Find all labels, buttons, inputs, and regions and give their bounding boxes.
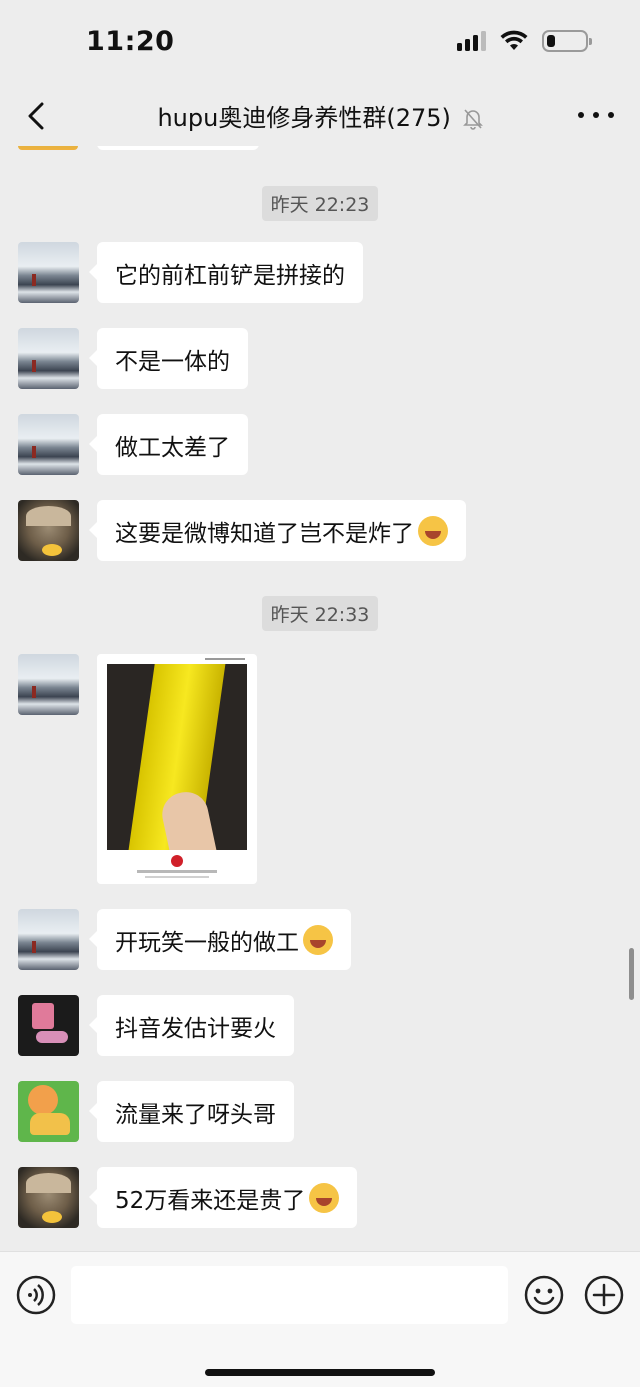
message-text: 开玩笑一般的做工 bbox=[115, 929, 299, 956]
chat-title: hupu奥迪修身养性群(275) bbox=[157, 104, 451, 132]
message-text: 流量来了呀头哥 bbox=[115, 1101, 276, 1128]
status-icons bbox=[457, 30, 592, 52]
timestamp-label: 昨天 22:23 bbox=[261, 186, 379, 221]
message-bubble[interactable]: 抖音发估计要火 bbox=[89, 995, 294, 1056]
message-bubble[interactable]: 不是一体的 bbox=[89, 328, 248, 389]
message-row: 不是一体的 bbox=[18, 328, 248, 389]
chat-title-wrap: hupu奥迪修身养性群(275) bbox=[100, 98, 540, 133]
message-row: 52万看来还是贵了 bbox=[18, 1167, 358, 1228]
chat-message-list[interactable]: 昨天 22:23 它的前杠前铲是拼接的 不是一体的 做工太差了 这要是微博知道了… bbox=[0, 146, 640, 1251]
mountain-avatar[interactable] bbox=[18, 654, 79, 715]
message-row: 流量来了呀头哥 bbox=[18, 1081, 294, 1142]
avatar[interactable] bbox=[18, 146, 78, 150]
home-indicator bbox=[205, 1369, 435, 1376]
battery-icon bbox=[542, 30, 592, 52]
message-text: 抖音发估计要火 bbox=[115, 1015, 276, 1042]
message-row: 它的前杠前铲是拼接的 bbox=[18, 242, 363, 303]
chat-header: hupu奥迪修身养性群(275) bbox=[0, 88, 640, 146]
green-avatar[interactable] bbox=[18, 1081, 79, 1142]
message-row: 这要是微博知道了岂不是炸了 bbox=[18, 500, 466, 561]
leica-logo-icon bbox=[171, 855, 183, 867]
sweat-emoji-icon bbox=[303, 924, 333, 955]
message-text: 这要是微博知道了岂不是炸了 bbox=[115, 520, 414, 547]
message-row: 做工太差了 bbox=[18, 414, 248, 475]
more-functions-plus-icon[interactable] bbox=[584, 1275, 624, 1315]
message-text: 52万看来还是贵了 bbox=[115, 1187, 306, 1214]
message-row: 开玩笑一般的做工 bbox=[18, 909, 351, 970]
input-bar bbox=[0, 1251, 640, 1387]
cellular-signal-icon bbox=[457, 31, 486, 51]
tears-of-joy-emoji-icon bbox=[309, 1182, 340, 1213]
scrollbar[interactable] bbox=[629, 948, 634, 1000]
wifi-icon bbox=[500, 30, 528, 50]
mountain-avatar[interactable] bbox=[18, 328, 79, 389]
message-bubble[interactable]: 52万看来还是贵了 bbox=[88, 1167, 358, 1228]
tears-of-joy-emoji-icon bbox=[418, 515, 448, 546]
mute-bell-icon bbox=[462, 109, 483, 130]
yellow-car-bumper-photo bbox=[107, 664, 247, 850]
mountain-avatar[interactable] bbox=[18, 909, 79, 970]
message-bubble[interactable]: 它的前杠前铲是拼接的 bbox=[89, 242, 363, 303]
message-text: 不是一体的 bbox=[115, 348, 230, 375]
message-text: 做工太差了 bbox=[115, 434, 230, 461]
emoji-picker-icon[interactable] bbox=[524, 1275, 564, 1315]
timestamp: 昨天 22:23 bbox=[0, 186, 640, 221]
voice-input-icon[interactable] bbox=[16, 1275, 56, 1315]
back-arrow-icon[interactable] bbox=[18, 96, 58, 136]
mountain-avatar[interactable] bbox=[18, 242, 79, 303]
message-bubble[interactable]: 做工太差了 bbox=[89, 414, 248, 475]
message-text: 它的前杠前铲是拼接的 bbox=[115, 262, 345, 289]
message-input[interactable] bbox=[71, 1266, 508, 1324]
message-bubble[interactable]: 流量来了呀头哥 bbox=[89, 1081, 294, 1142]
message-bubble[interactable]: 这要是微博知道了岂不是炸了 bbox=[89, 500, 466, 561]
timestamp-label: 昨天 22:33 bbox=[261, 596, 379, 631]
cat-avatar[interactable] bbox=[18, 500, 79, 561]
message-row: 抖音发估计要火 bbox=[18, 995, 294, 1056]
timestamp: 昨天 22:33 bbox=[0, 596, 640, 631]
message-row bbox=[18, 654, 257, 884]
status-bar: 11:20 bbox=[0, 0, 640, 88]
dark-avatar[interactable] bbox=[18, 995, 79, 1056]
more-options-icon[interactable] bbox=[578, 100, 614, 130]
mountain-avatar[interactable] bbox=[18, 414, 79, 475]
message-bubble[interactable] bbox=[97, 146, 259, 150]
status-time: 11:20 bbox=[86, 26, 175, 57]
cat-avatar[interactable] bbox=[18, 1167, 79, 1228]
message-bubble[interactable]: 开玩笑一般的做工 bbox=[89, 909, 351, 970]
image-message[interactable] bbox=[97, 654, 257, 884]
partial-message-row bbox=[18, 146, 259, 150]
